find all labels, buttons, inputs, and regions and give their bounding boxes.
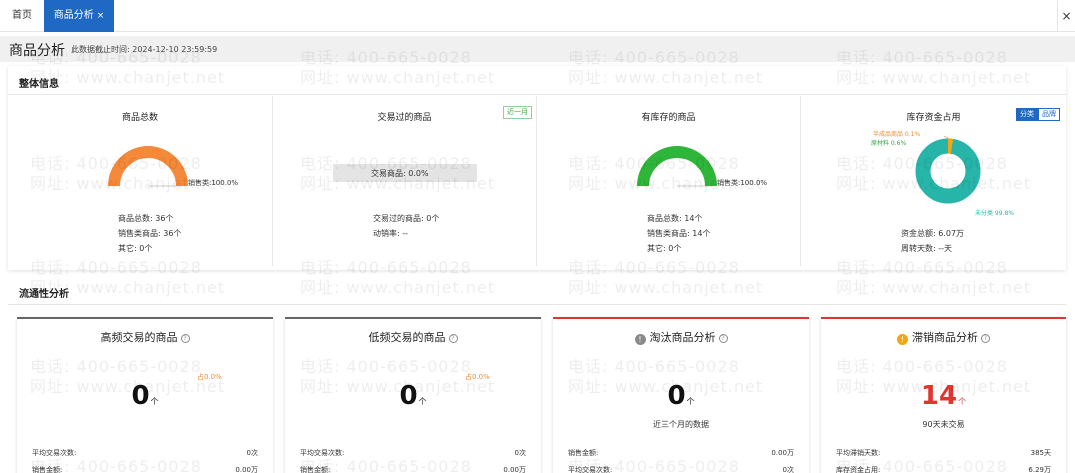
divider: [8, 304, 1066, 305]
stat-line: 其它: 0个: [647, 244, 682, 253]
gauge-arc: [637, 146, 717, 187]
tab-product-analysis[interactable]: 商品分析 ×: [44, 0, 114, 32]
metric-row: 销售金额: 0.00万: [300, 466, 526, 473]
divider: [8, 94, 1066, 95]
info-icon: !: [634, 334, 646, 345]
gauge-chart: [637, 146, 717, 187]
gauge-chart: [108, 146, 188, 187]
card-product-total: 商品总数 销售类:100.0% 商品总数: 36个 销售类商品: 36个 其它:…: [8, 96, 272, 266]
overall-info-section: 整体信息 商品总数 销售类:100.0% 商品总数: 36个 销售类商品: 36…: [8, 66, 1066, 270]
metric-row: 平均交易次数: 0次: [300, 449, 526, 457]
stat-line: 交易过的商品: 0个: [373, 214, 440, 223]
card-title: ! 淘汰商品分析?: [553, 329, 809, 345]
stat-line: 销售类商品: 36个: [118, 229, 182, 238]
stat-line: 商品总数: 36个: [118, 214, 174, 223]
card-top-bar: [821, 317, 1066, 319]
gauge-arc: [108, 146, 188, 187]
card-title: 高频交易的商品?: [17, 329, 273, 345]
card-low-frequency[interactable]: 低频交易的商品? 占0.0% 0个 平均交易次数: 0次 销售金额: 0.00万: [285, 317, 541, 473]
slice-label: 半成品商品 0.1%: [873, 131, 921, 138]
warning-icon: !: [897, 334, 908, 345]
leader-line: [943, 136, 950, 140]
gauge-label: 销售类:100.0%: [188, 179, 239, 187]
liquidity-analysis-section: 流通性分析 高频交易的商品? 占0.0% 0个 平均交易次数: 0次 销售金额: 0…: [8, 276, 1066, 473]
card-stock-products: 有库存的商品 销售类:100.0% 商品总数: 14个 销售类商品: 14个 其…: [536, 96, 800, 266]
big-count: 0个: [131, 381, 159, 411]
stat-line: 周转天数: --天: [901, 244, 953, 253]
help-icon[interactable]: ?: [718, 334, 728, 343]
card-eliminated-products[interactable]: ! 淘汰商品分析? 0个 近三个月的数据 销售金额: 0.00万 平均交易次数: 0次: [553, 317, 809, 473]
card-title: 商品总数: [121, 113, 158, 123]
card-title: 交易过的商品: [377, 113, 432, 123]
help-icon[interactable]: ?: [981, 334, 990, 343]
card-top-bar: [285, 317, 541, 319]
card-traded-products: 交易过的商品 近一月 交易商品: 0.0% 交易过的商品: 0个 动销率: --: [272, 96, 536, 266]
metric-row: 销售金额: 0.00万: [32, 466, 258, 473]
stat-line: 商品总数: 14个: [647, 214, 703, 223]
view-toggle: 分类 品牌: [1016, 108, 1060, 121]
card-slow-moving-products[interactable]: ! 滞销商品分析? 14个 90天未交易 平均滞销天数: 385天 库存资金占用: 6…: [821, 317, 1066, 473]
gauge-label: 销售类:100.0%: [717, 179, 768, 187]
traded-bar: 交易商品: 0.0%: [333, 164, 477, 182]
metric-row: 平均交易次数: 0次: [32, 449, 258, 457]
tab-label: 商品分析: [53, 10, 94, 21]
slice-uncategorized: [915, 138, 981, 204]
slice-label: 原材料 0.6%: [871, 140, 907, 147]
card-top-bar: [17, 317, 273, 319]
stat-line: 资金总额: 6.07万: [901, 229, 965, 238]
tab-bar: 首页 商品分析 × ×: [0, 0, 1075, 32]
stat-line: 销售类商品: 14个: [647, 229, 711, 238]
donut-chart: [915, 136, 981, 204]
card-title: ! 滞销商品分析?: [821, 329, 1066, 345]
big-count: 0个: [667, 381, 695, 411]
card-top-bar: [553, 317, 809, 319]
metric-row: 平均滞销天数: 385天: [836, 449, 1051, 457]
card-inventory-capital: 库存资金占用 分类 品牌 半成品商品 0.1% 原材料 0.6% 未分类 99.…: [800, 96, 1066, 266]
metric-row: 销售金额: 0.00万: [568, 449, 794, 457]
period-badge[interactable]: 近一月: [503, 106, 532, 119]
section-title: 整体信息: [19, 79, 59, 90]
metric-row: 平均交易次数: 0次: [568, 466, 794, 473]
data-cutoff-time: 此数据截止时间: 2024-12-10 23:59:59: [71, 45, 218, 54]
metric-row: 库存资金占用: 6.29万: [836, 466, 1051, 473]
card-title: 有库存的商品: [641, 113, 696, 123]
card-note: 90天未交易: [922, 420, 965, 429]
card-title: 低频交易的商品?: [285, 329, 541, 345]
stat-line: 动销率: --: [373, 229, 409, 238]
stat-line: 其它: 0个: [118, 244, 153, 253]
big-count: 14个: [920, 381, 967, 411]
close-icon[interactable]: ×: [97, 11, 105, 21]
toggle-category[interactable]: 分类: [1016, 108, 1038, 121]
card-high-frequency[interactable]: 高频交易的商品? 占0.0% 0个 平均交易次数: 0次 销售金额: 0.00万: [17, 317, 273, 473]
help-icon[interactable]: ?: [180, 334, 190, 343]
page-title: 商品分析: [9, 43, 65, 59]
page-header: 商品分析 此数据截止时间: 2024-12-10 23:59:59: [0, 36, 1075, 62]
tab-home[interactable]: 首页: [0, 0, 44, 32]
bar-label: 交易商品: 0.0%: [371, 169, 429, 178]
close-all-tabs-icon[interactable]: ×: [1057, 0, 1075, 32]
slice-label: 未分类 99.8%: [975, 210, 1014, 217]
section-title: 流通性分析: [19, 289, 69, 300]
card-note: 近三个月的数据: [653, 420, 709, 429]
help-icon[interactable]: ?: [448, 334, 458, 343]
big-count: 0个: [399, 381, 427, 411]
toggle-brand[interactable]: 品牌: [1038, 108, 1060, 121]
